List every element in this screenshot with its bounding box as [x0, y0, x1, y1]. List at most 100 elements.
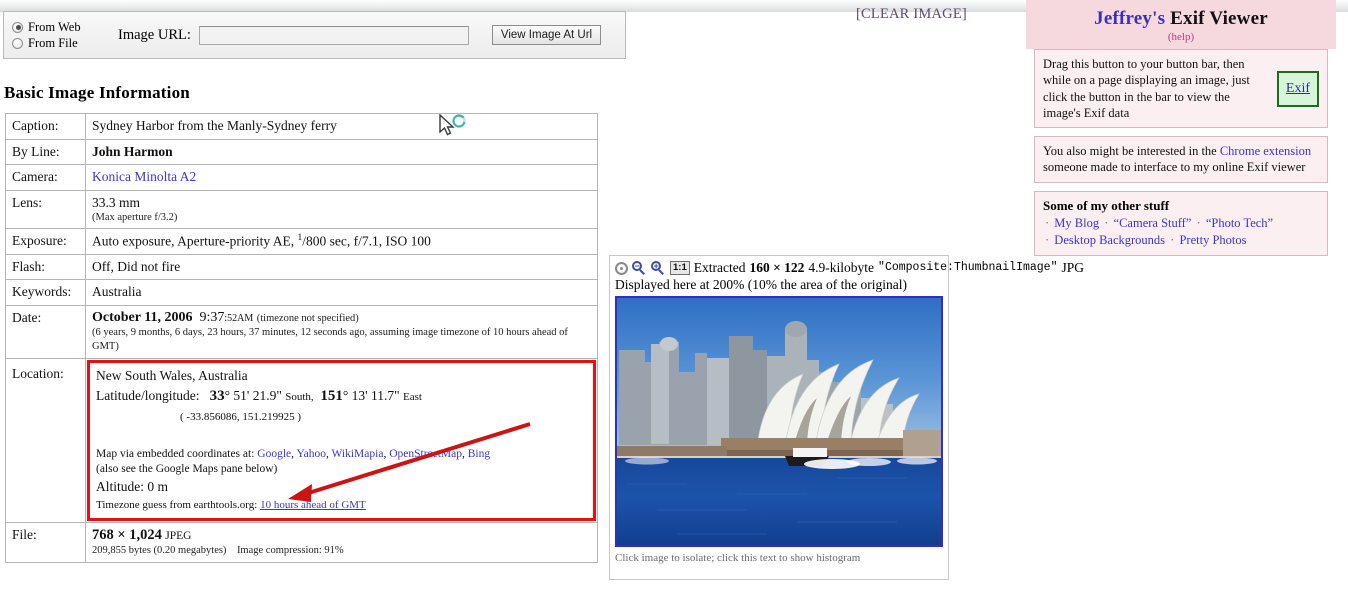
exposure-pre: Auto exposure, Aperture-priority AE, — [92, 233, 295, 249]
bullet-dot: · — [1045, 232, 1050, 247]
zoom-out-icon[interactable]: − — [632, 261, 647, 276]
chrome-post: someone made to interface to my online E… — [1043, 160, 1306, 175]
file-bytes: 209,855 bytes (0.20 megabytes) — [92, 545, 227, 557]
thumbnail-image-render — [617, 298, 941, 546]
date-seconds: :52AM — [224, 312, 254, 324]
reset-icon[interactable] — [615, 261, 628, 275]
row-key-caption: Caption: — [5, 113, 86, 140]
page-root: From Web From File Image URL: View Image… — [0, 0, 1348, 606]
map-prefix: Map via embedded coordinates at: — [96, 447, 255, 460]
row-key-camera: Camera: — [5, 164, 86, 191]
other-links-row-2: · Desktop Backgrounds · Pretty Photos — [1043, 232, 1319, 249]
view-image-at-url-button[interactable]: View Image At Url — [491, 25, 602, 45]
exposure-post: f/7.1, ISO 100 — [353, 233, 431, 249]
map-links-row: Map via embedded coordinates at: Google,… — [96, 447, 491, 460]
radio-from-file-dot[interactable] — [12, 37, 23, 49]
thumbnail-scale-note: Displayed here at 200% (10% the area of … — [615, 277, 908, 293]
map-link-bing[interactable]: Bing — [468, 448, 490, 460]
bookmarklet-text: Drag this button to your button bar, the… — [1043, 57, 1250, 120]
row-value-keywords: Australia — [85, 279, 598, 306]
lon-direction: East — [402, 391, 422, 404]
link-photo-tech[interactable]: “Photo Tech” — [1206, 216, 1273, 230]
row-value-lens: 33.3 mm (Max aperture f/3.2) — [85, 189, 598, 230]
row-key-keywords: Keywords: — [5, 279, 86, 306]
file-size-line: 209,855 bytes (0.20 megabytes) Image com… — [92, 544, 591, 557]
lon-degrees: 151 — [320, 388, 343, 405]
mouse-cursor — [438, 113, 468, 140]
lat-degrees: 33 — [209, 388, 225, 405]
zoom-in-icon[interactable]: + — [651, 261, 666, 276]
altitude-label: Altitude: — [96, 479, 144, 495]
location-highlight-box: New South Wales, Australia Latitude/long… — [87, 360, 596, 521]
sidebar-title: Jeffrey's Exif Viewer — [1026, 8, 1336, 30]
thumbnail-image[interactable] — [615, 296, 943, 548]
link-desktop-backgrounds[interactable]: Desktop Backgrounds — [1054, 233, 1165, 247]
lon-rest: ° 13' 11.7" — [342, 388, 400, 404]
bullet-dot: · — [1045, 215, 1050, 230]
radio-from-web-dot[interactable] — [12, 21, 23, 33]
row-value-caption: Sydney Harbor from the Manly-Sydney ferr… — [85, 113, 598, 140]
camera-link[interactable]: Konica Minolta A2 — [92, 169, 196, 184]
table-row-keywords: Keywords: Australia — [5, 279, 598, 306]
image-url-label: Image URL: — [118, 26, 191, 43]
thumbnail-caption[interactable]: Click image to isolate; click this text … — [615, 552, 943, 564]
thumbnail-panel: − + 1:1 Extracted 160 × 122 4.9-kilobyte… — [609, 255, 1084, 580]
table-row-camera: Camera: Konica Minolta A2 — [5, 164, 598, 191]
radio-from-web[interactable]: From Web — [12, 20, 108, 35]
sidebar-header: Jeffrey's Exif Viewer (help) — [1026, 0, 1336, 49]
lat-direction: South, — [285, 391, 314, 404]
exif-bookmarklet-button[interactable]: Exif — [1276, 70, 1319, 107]
location-decimal: ( -33.856086, 151.219925 ) — [180, 410, 301, 423]
image-url-input[interactable] — [198, 25, 469, 45]
location-place: New South Wales, Australia — [96, 368, 248, 384]
altitude-row: Altitude: 0 m — [96, 478, 587, 495]
other-links-row-1: · My Blog · “Camera Stuff” · “Photo Tech… — [1043, 215, 1319, 232]
clear-image-link[interactable]: [CLEAR IMAGE] — [856, 6, 967, 23]
thumbnail-header: − + 1:1 Extracted 160 × 122 4.9-kilobyte… — [615, 260, 1084, 276]
chrome-extension-text: You also might be interested in the Chro… — [1043, 143, 1319, 176]
one-to-one-icon[interactable]: 1:1 — [670, 261, 690, 276]
radio-from-web-label: From Web — [28, 19, 81, 34]
link-my-blog[interactable]: My Blog — [1054, 216, 1099, 230]
row-key-location: Location: — [5, 358, 86, 523]
basic-image-information-table: Caption: Sydney Harbor from the Manly-Sy… — [5, 113, 598, 563]
row-key-date: Date: — [5, 304, 86, 360]
link-camera-stuff[interactable]: “Camera Stuff” — [1114, 216, 1192, 230]
bullet-dot: · — [1196, 215, 1201, 230]
date-line: October 11, 2006 9:37:52AM (timezone not… — [92, 309, 591, 327]
map-link-openstreetmap[interactable]: OpenStreetMap — [389, 448, 462, 460]
table-row-exposure: Exposure: Auto exposure, Aperture-priori… — [5, 228, 598, 255]
table-row-file: File: 768 × 1,024 JPEG 209,855 bytes (0.… — [5, 521, 598, 563]
row-value-date: October 11, 2006 9:37:52AM (timezone not… — [85, 304, 598, 360]
link-pretty-photos[interactable]: Pretty Photos — [1179, 233, 1246, 247]
lens-max-aperture: (Max aperture f/3.2) — [92, 211, 178, 223]
date-relative-note: (6 years, 9 months, 6 days, 23 hours, 37… — [92, 327, 568, 353]
map-link-wikimapia[interactable]: WikiMapia — [332, 448, 384, 460]
file-format: JPEG — [165, 529, 192, 542]
map-link-google[interactable]: Google — [257, 448, 291, 460]
other-stuff-title: Some of my other stuff — [1043, 197, 1170, 213]
date-timezone-note: (timezone not specified) — [256, 312, 359, 324]
row-value-location: New South Wales, Australia Latitude/long… — [85, 358, 598, 523]
table-row-byline: By Line: John Harmon — [5, 138, 598, 166]
file-dimensions: 768 × 1,024 — [92, 526, 162, 543]
sidebar-help-link[interactable]: (help) — [1026, 31, 1336, 43]
row-value-byline: John Harmon — [85, 138, 598, 166]
row-key-file: File: — [5, 521, 86, 563]
row-value-flash: Off, Did not fire — [85, 253, 598, 281]
thumbnail-filesize: 4.9-kilobyte — [808, 260, 875, 275]
date-day: October 11, 2006 — [92, 309, 193, 325]
chrome-pre: You also might be interested in the — [1043, 144, 1217, 158]
timezone-prefix: Timezone guess from earthtools.org: — [96, 498, 258, 511]
file-dimensions-line: 768 × 1,024 JPEG — [92, 526, 591, 545]
lat-rest: ° 51' 21.9" — [224, 388, 282, 404]
table-row-location: Location: New South Wales, Australia Lat… — [5, 358, 598, 523]
radio-from-file[interactable]: From File — [12, 36, 108, 51]
bullet-dot: · — [1104, 215, 1109, 230]
row-key-flash: Flash: — [5, 253, 86, 281]
timezone-link[interactable]: 10 hours ahead of GMT — [260, 499, 366, 511]
chrome-extension-link[interactable]: Chrome extension — [1220, 144, 1311, 158]
chrome-extension-box: You also might be interested in the Chro… — [1034, 136, 1328, 183]
sidebar-title-rest: Exif Viewer — [1170, 8, 1268, 29]
map-link-yahoo[interactable]: Yahoo — [296, 448, 326, 460]
